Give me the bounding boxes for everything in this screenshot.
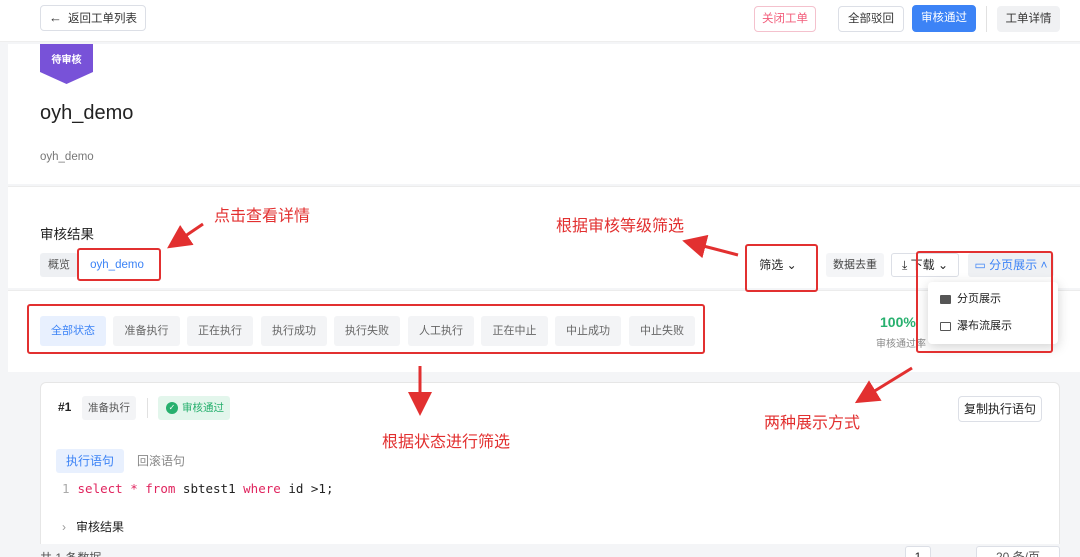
status-tab-abort-success[interactable]: 中止成功 — [555, 316, 621, 346]
ticket-header — [8, 44, 1080, 184]
page-title: oyh_demo — [40, 102, 134, 124]
status-tab-all[interactable]: 全部状态 — [40, 316, 106, 346]
filter-label: 筛选 — [759, 258, 784, 272]
ticket-detail-button[interactable]: 工单详情 — [997, 6, 1060, 32]
page-number[interactable]: 1 — [905, 546, 931, 557]
annotation-filter-status: 根据状态进行筛选 — [382, 434, 511, 451]
sql-code: 1 select * from sbtest1 where id >1; — [62, 481, 334, 496]
arrow-left-icon: ← — [49, 10, 62, 25]
collapse-label: 审核结果 — [76, 520, 125, 534]
chevron-down-icon: ⌄ — [937, 258, 949, 272]
approve-button[interactable]: 审核通过 — [912, 5, 976, 32]
status-tab-ready[interactable]: 准备执行 — [113, 316, 180, 346]
menu-item-label: 分页展示 — [957, 293, 1001, 305]
status-tab-manual[interactable]: 人工执行 — [408, 316, 474, 346]
total-count: 共 1 条数据 — [40, 549, 101, 557]
tab-overview[interactable]: 概览 — [40, 253, 78, 277]
download-icon: ⤓ — [901, 258, 908, 272]
download-button[interactable]: ⤓ 下载 ⌄ — [891, 253, 959, 277]
status-tab-failed[interactable]: 执行失败 — [334, 316, 400, 346]
status-tab-abort-failed[interactable]: 中止失败 — [629, 316, 695, 346]
audit-result-collapse[interactable]: › 审核结果 — [62, 518, 124, 535]
tab-exec-sql[interactable]: 执行语句 — [56, 449, 124, 473]
menu-item-label: 瀑布流展示 — [957, 320, 1012, 332]
chevron-down-icon: ⌄ — [786, 258, 797, 272]
audit-pass-rate: 100% — [880, 314, 916, 330]
filter-dropdown[interactable]: 筛选 ⌄ — [752, 253, 804, 277]
page-subtitle: oyh_demo — [40, 151, 94, 163]
dedup-toggle[interactable]: 数据去重 — [826, 253, 884, 277]
display-mode-dropdown[interactable]: ▭ 分页展示 ˄ — [968, 253, 1054, 277]
display-label: 分页展示 — [989, 258, 1038, 272]
status-tab-aborting[interactable]: 正在中止 — [481, 316, 548, 346]
download-label: 下载 — [910, 258, 935, 272]
monitor-icon: ▭ — [974, 258, 986, 272]
page-size-select[interactable]: 20 条/页 — [976, 546, 1060, 557]
waterfall-icon — [940, 321, 951, 331]
status-tab-executing[interactable]: 正在执行 — [187, 316, 253, 346]
copy-sql-button[interactable]: 复制执行语句 — [958, 396, 1042, 422]
back-label: 返回工单列表 — [68, 13, 137, 25]
audit-status-label: 审核通过 — [182, 402, 224, 414]
display-mode-menu: 分页展示 瀑布流展示 — [928, 282, 1058, 344]
menu-item-waterfall[interactable]: 瀑布流展示 — [940, 315, 1012, 337]
status-tab-success[interactable]: 执行成功 — [261, 316, 327, 346]
sql-index: #1 — [58, 400, 72, 414]
audit-pass-rate-label: 审核通过率 — [876, 339, 926, 350]
exec-status-tag: 准备执行 — [82, 396, 136, 420]
chevron-up-icon: ˄ — [1040, 258, 1048, 272]
menu-item-paged[interactable]: 分页展示 — [940, 288, 1001, 310]
tab-rollback-sql[interactable]: 回滚语句 — [130, 449, 192, 473]
close-ticket-button[interactable]: 关闭工单 — [754, 6, 816, 32]
chevron-right-icon: › — [62, 520, 66, 534]
section-title: 审核结果 — [40, 227, 94, 242]
annotation-filter-level: 根据审核等级筛选 — [556, 218, 685, 235]
tab-instance[interactable]: oyh_demo — [86, 253, 148, 277]
divider — [986, 6, 987, 32]
annotation-click-detail: 点击查看详情 — [214, 208, 311, 225]
reject-all-button[interactable]: 全部驳回 — [838, 6, 904, 32]
audit-status-tag: ✓ 审核通过 — [158, 396, 230, 420]
divider — [147, 398, 148, 418]
annotation-display-modes: 两种展示方式 — [764, 415, 861, 432]
check-circle-icon: ✓ — [166, 402, 178, 414]
paged-icon — [940, 294, 951, 304]
back-to-ticket-list-button[interactable]: ← 返回工单列表 — [40, 5, 146, 31]
